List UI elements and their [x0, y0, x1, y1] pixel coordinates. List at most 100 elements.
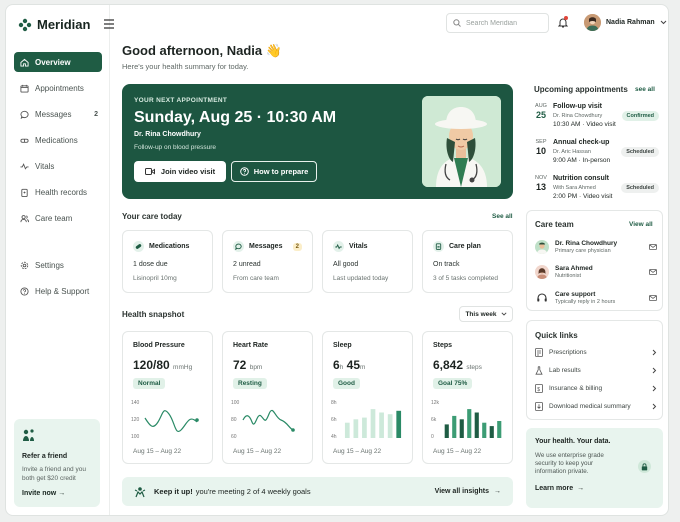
- quick-links-title: Quick links: [535, 331, 578, 340]
- download-icon: [535, 401, 543, 411]
- help-icon: [239, 167, 249, 176]
- appointment-item[interactable]: SEP 10 Annual check-up Dr. Aric Hassan 9…: [526, 139, 663, 171]
- chart-bar: [396, 410, 402, 438]
- doctor-illustration: [422, 96, 501, 187]
- care-today-see-all-link[interactable]: See all: [492, 213, 513, 220]
- status-badge: Scheduled: [621, 147, 659, 157]
- search-icon: [453, 19, 461, 27]
- invite-now-link[interactable]: Invite now →: [22, 490, 92, 497]
- sidebar-item-messages[interactable]: Messages 2: [14, 104, 102, 124]
- quick-link-prescriptions[interactable]: Prescriptions: [535, 345, 657, 359]
- how-to-prepare-button[interactable]: How to prepare: [231, 161, 317, 182]
- sidebar-item-overview[interactable]: Overview: [14, 52, 102, 72]
- care-card-medications[interactable]: Medications 1 dose due Lisinopril 10mg: [122, 230, 213, 293]
- sidebar-item-label: Messages: [35, 109, 72, 119]
- care-team-name: Sara Ahmed: [555, 265, 593, 272]
- arrow-right-icon: →: [58, 490, 66, 497]
- quick-link-download-summary[interactable]: Download medical summary: [535, 399, 657, 413]
- help-icon: [20, 286, 29, 296]
- appointment-item[interactable]: AUG 25 Follow-up visit Dr. Rina Chowdhur…: [526, 103, 663, 135]
- message-icon[interactable]: [649, 244, 657, 250]
- learn-more-label: Learn more: [535, 485, 574, 492]
- period-select[interactable]: This week: [459, 306, 513, 322]
- sidebar-item-health-records[interactable]: Health records: [14, 182, 102, 202]
- gear-icon: [20, 261, 29, 269]
- join-video-visit-label: Join video visit: [160, 167, 216, 176]
- care-card-detail: Last updated today: [333, 275, 389, 282]
- sidebar-item-label: Settings: [35, 260, 64, 270]
- status-badge: Scheduled: [621, 183, 659, 193]
- message-icon[interactable]: [649, 269, 657, 275]
- care-team-role: Nutritionist: [555, 273, 581, 279]
- chart-bar: [387, 414, 393, 438]
- care-card-messages[interactable]: Messages 2 2 unread From care team: [222, 230, 313, 293]
- app-window: Meridian Overview Appointments Messages …: [5, 4, 669, 516]
- search-input[interactable]: [466, 19, 546, 27]
- calendar-icon: [20, 84, 29, 93]
- refer-title: Refer a friend: [22, 453, 68, 460]
- arrow-right-icon: →: [577, 485, 585, 492]
- sidebar-item-medications[interactable]: Medications: [14, 130, 102, 150]
- snapshot-card-unit: bpm: [249, 364, 263, 371]
- appointment-item[interactable]: NOV 13 Nutrition consult With Sara Ahmed…: [526, 175, 663, 207]
- join-video-visit-button[interactable]: Join video visit: [134, 161, 226, 182]
- video-camera-icon: [144, 168, 155, 175]
- chat-icon: [233, 241, 244, 252]
- care-team-name: Dr. Rina Chowdhury: [555, 240, 618, 247]
- upcoming-see-all-link[interactable]: see all: [635, 86, 655, 93]
- care-team-member[interactable]: Care support Typically reply in 2 hours: [535, 288, 657, 308]
- next-appointment-reason: Follow-up on blood pressure: [134, 144, 217, 151]
- sidebar-item-settings[interactable]: Settings: [14, 255, 102, 275]
- user-menu[interactable]: Nadia Rahman: [584, 14, 667, 31]
- care-today-title: Your care today: [122, 212, 182, 221]
- care-team-name: Care support: [555, 291, 596, 298]
- quick-link-lab-results[interactable]: Lab results: [535, 363, 657, 377]
- sidebar-item-help[interactable]: Help & Support: [14, 281, 102, 301]
- sidebar-item-care-team[interactable]: Care team: [14, 208, 102, 228]
- quick-link-insurance[interactable]: $ Insurance & billing: [535, 381, 657, 395]
- appointment-day: 10: [535, 146, 546, 156]
- chart-tick-label: 120: [131, 417, 140, 423]
- snapshot-card-title: Heart Rate: [233, 342, 269, 349]
- message-icon[interactable]: [649, 295, 657, 301]
- pill-icon: [133, 241, 144, 252]
- heart-rate-sparkline: 100 80 60: [231, 400, 295, 440]
- chevron-right-icon: [652, 367, 657, 373]
- arrow-right-icon: →: [494, 488, 501, 495]
- appointment-day: 13: [535, 182, 546, 192]
- care-card-care-plan[interactable]: Care plan On track 3 of 5 tasks complete…: [422, 230, 513, 293]
- chart-tick-label: 12k: [431, 400, 440, 406]
- snapshot-card-blood-pressure[interactable]: Blood Pressure 120/80 mmHg Normal 140 12…: [122, 331, 213, 464]
- care-team-member[interactable]: Sara Ahmed Nutritionist: [535, 262, 657, 282]
- care-team-member[interactable]: Dr. Rina Chowdhury Primary care physician: [535, 237, 657, 257]
- search-box[interactable]: [446, 13, 549, 33]
- sidebar-item-appointments[interactable]: Appointments: [14, 78, 102, 98]
- promo-text: We use enterprise grade security to keep…: [535, 452, 604, 475]
- chart-tick-label: 100: [131, 434, 140, 440]
- snapshot-card-value: 120/80: [133, 358, 170, 372]
- care-team-view-all-link[interactable]: View all: [629, 221, 653, 228]
- next-appointment-doctor: Dr. Rina Chowdhury: [134, 131, 201, 138]
- appointment-title: Follow-up visit: [553, 103, 602, 110]
- appointment-title: Annual check-up: [553, 139, 610, 146]
- snapshot-card-title: Sleep: [333, 342, 352, 349]
- chart-tick-label: 0: [431, 434, 434, 440]
- snapshot-card-sleep[interactable]: Sleep 6h 45m Good 8h 6h 4h Aug 15 – Aug …: [322, 331, 413, 464]
- period-select-value: This week: [465, 310, 497, 318]
- learn-more-link[interactable]: Learn more →: [535, 485, 654, 492]
- logo[interactable]: Meridian: [18, 17, 90, 32]
- care-team-card: Care team View all Dr. Rina Chowdhury Pri…: [526, 210, 663, 311]
- status-badge: Goal 75%: [433, 378, 473, 389]
- snapshot-card-steps[interactable]: Steps 6,842 steps Goal 75% 12k 6k 0 Aug …: [422, 331, 513, 464]
- care-card-vitals[interactable]: Vitals All good Last updated today: [322, 230, 413, 293]
- care-card-title: Messages: [249, 243, 283, 250]
- menu-icon[interactable]: [103, 19, 115, 29]
- chart-tick-label: 80: [231, 417, 237, 423]
- snapshot-card-heart-rate[interactable]: Heart Rate 72 bpm Resting 100 80 60 Aug …: [222, 331, 313, 464]
- view-all-insights-link[interactable]: View all insights →: [435, 488, 501, 495]
- blood-pressure-sparkline: 140 120 100: [131, 400, 199, 440]
- appointment-doctor: Dr. Rina Chowdhury: [553, 113, 603, 119]
- sidebar-item-vitals[interactable]: Vitals: [14, 156, 102, 176]
- upcoming-appointments-title: Upcoming appointments: [534, 85, 628, 94]
- quick-link-label: Insurance & billing: [549, 384, 603, 392]
